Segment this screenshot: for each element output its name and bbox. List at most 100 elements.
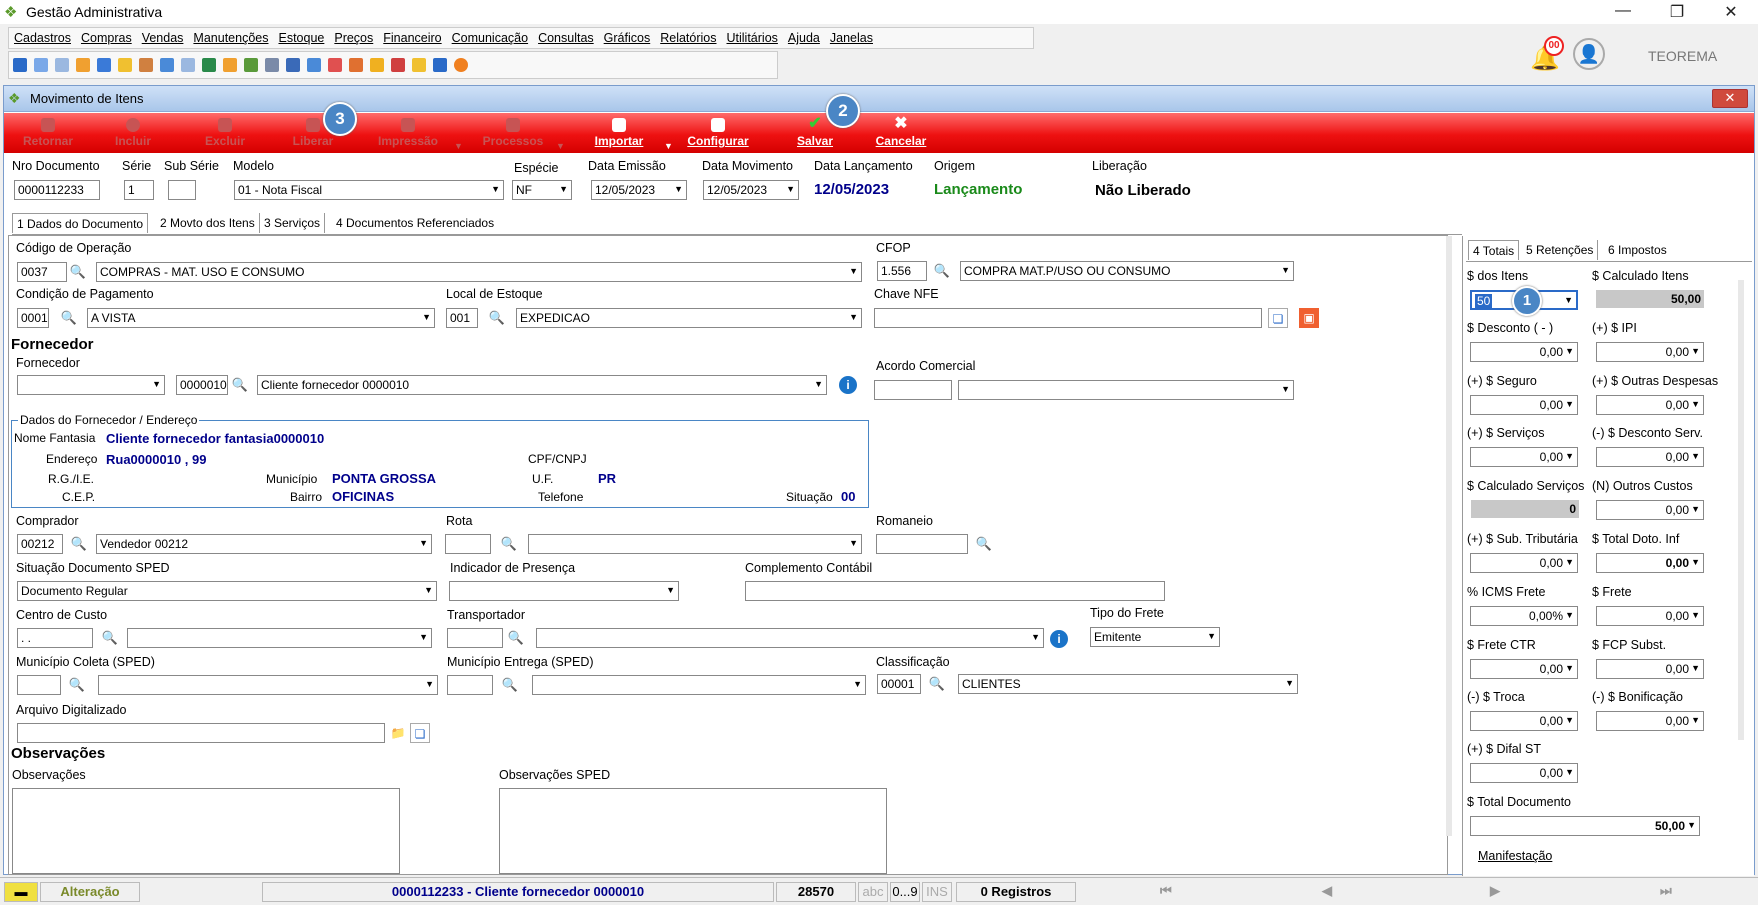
search-icon[interactable]: 🔍 (927, 674, 947, 694)
importar-dropdown-icon[interactable]: ▼ (664, 141, 673, 151)
sub-tributaria-input[interactable]: 0,00 (1470, 553, 1578, 573)
condicao-pagamento-input[interactable]: 0001 (17, 308, 49, 328)
menu-ajuda[interactable]: Ajuda (783, 28, 825, 45)
toolbar-icon[interactable] (76, 58, 90, 72)
menu-precos[interactable]: Preços (329, 28, 378, 45)
toolbar-icon[interactable] (307, 58, 321, 72)
search-icon[interactable]: 🔍 (974, 534, 994, 554)
menu-cadastros[interactable]: Cadastros (9, 28, 76, 45)
nro-documento-input[interactable]: 0000112233 (14, 180, 100, 200)
search-icon[interactable]: 🔍 (487, 308, 507, 328)
avatar-icon[interactable]: 👤 (1573, 38, 1605, 70)
menu-comunicacao[interactable]: Comunicação (447, 28, 533, 45)
star-icon[interactable] (412, 58, 426, 72)
toolbar-icon[interactable] (391, 58, 405, 72)
menu-graficos[interactable]: Gráficos (599, 28, 656, 45)
acordo-comercial-select[interactable] (958, 380, 1294, 400)
cancelar-button[interactable]: ✖ Cancelar (870, 113, 932, 153)
total-doto-inf-input[interactable]: 0,00 (1596, 553, 1704, 573)
total-documento-input[interactable]: 50,00 (1470, 816, 1700, 836)
cfop-select[interactable]: COMPRA MAT.P/USO OU CONSUMO (960, 261, 1294, 281)
comprador-input[interactable]: 00212 (17, 534, 63, 554)
search-icon[interactable]: 🔍 (230, 375, 250, 395)
toolbar-icon[interactable] (55, 58, 69, 72)
rota-select[interactable] (528, 534, 862, 554)
municipio-coleta-input[interactable] (17, 675, 61, 695)
search-icon[interactable]: 🔍 (68, 262, 88, 282)
frete-input[interactable]: 0,00 (1596, 606, 1704, 626)
tab-dados-documento[interactable]: 1 Dados do Documento (12, 213, 149, 233)
local-estoque-select[interactable]: EXPEDICAO (516, 308, 862, 328)
info-icon[interactable]: i (839, 376, 857, 394)
menu-janelas[interactable]: Janelas (825, 28, 878, 45)
minimize-button[interactable]: — (1608, 2, 1638, 20)
search-icon[interactable]: 🔍 (67, 675, 87, 695)
search-icon[interactable]: 🔍 (932, 261, 952, 281)
data-movimento-input[interactable]: 12/05/2023 (703, 180, 799, 200)
pdf-icon[interactable]: ▣ (1299, 308, 1319, 328)
toolbar-icon[interactable] (139, 58, 153, 72)
fcp-subst-input[interactable]: 0,00 (1596, 659, 1704, 679)
outros-custos-input[interactable]: 0,00 (1596, 500, 1704, 520)
first-record-icon[interactable]: ⏮ (1160, 882, 1172, 900)
impressao-button[interactable]: Impressão (368, 113, 448, 153)
centro-custo-select[interactable] (127, 628, 432, 648)
desconto-input[interactable]: 0,00 (1470, 342, 1578, 362)
tab-movto-itens[interactable]: 2 Movto dos Itens (156, 213, 260, 233)
modelo-select[interactable]: 01 - Nota Fiscal (234, 180, 504, 200)
excluir-button[interactable]: Excluir (200, 113, 250, 153)
municipio-entrega-select[interactable] (532, 675, 866, 695)
local-estoque-input[interactable]: 001 (446, 308, 478, 328)
fornecedor-type-select[interactable] (17, 375, 165, 395)
toolbar-icon[interactable] (349, 58, 363, 72)
toolbar-icon[interactable] (202, 58, 216, 72)
rota-input[interactable] (445, 534, 491, 554)
processos-button[interactable]: Processos (476, 113, 550, 153)
difal-st-input[interactable]: 0,00 (1470, 763, 1578, 783)
processos-dropdown-icon[interactable]: ▼ (556, 141, 565, 151)
toolbar-icon[interactable] (265, 58, 279, 72)
folder-icon[interactable]: 📁 (388, 723, 408, 743)
next-record-icon[interactable]: ▶ (1490, 882, 1500, 900)
toolbar-icon[interactable] (433, 58, 447, 72)
menu-relatorios[interactable]: Relatórios (655, 28, 721, 45)
menu-utilitarios[interactable]: Utilitários (722, 28, 783, 45)
impressao-dropdown-icon[interactable]: ▼ (454, 141, 463, 151)
info-icon[interactable]: i (1050, 630, 1068, 648)
acordo-comercial-input[interactable] (874, 380, 952, 400)
chave-nfe-input[interactable] (874, 308, 1262, 328)
tab-servicos[interactable]: 3 Serviços (260, 213, 326, 233)
comprador-select[interactable]: Vendedor 00212 (96, 534, 432, 554)
indicador-presenca-select[interactable] (449, 581, 679, 601)
servicos-input[interactable]: 0,00 (1470, 447, 1578, 467)
transportador-input[interactable] (447, 628, 503, 648)
tab-retencoes[interactable]: 5 Retenções (1522, 240, 1599, 260)
bonificacao-input[interactable]: 0,00 (1596, 711, 1704, 731)
search-icon[interactable]: 🔍 (59, 308, 79, 328)
incluir-button[interactable]: Incluir (108, 113, 158, 153)
tab-documentos-referenciados[interactable]: 4 Documentos Referenciados (332, 213, 498, 233)
menu-manutencoes[interactable]: Manutenções (188, 28, 273, 45)
sub-serie-input[interactable] (168, 180, 196, 200)
fornecedor-select[interactable]: Cliente fornecedor 0000010 (257, 375, 827, 395)
configurar-button[interactable]: Configurar (680, 113, 756, 153)
close-app-button[interactable]: ✕ (1716, 2, 1746, 22)
toolbar-icon[interactable] (118, 58, 132, 72)
frete-ctr-input[interactable]: 0,00 (1470, 659, 1578, 679)
data-emissao-input[interactable]: 12/05/2023 (591, 180, 687, 200)
municipio-coleta-select[interactable] (98, 675, 438, 695)
document-icon[interactable]: ❏ (410, 723, 430, 743)
search-icon[interactable]: 🔍 (499, 534, 519, 554)
menu-financeiro[interactable]: Financeiro (378, 28, 446, 45)
last-record-icon[interactable]: ⏭ (1660, 882, 1672, 900)
romaneio-input[interactable] (876, 534, 968, 554)
fornecedor-code-input[interactable]: 0000010 (176, 375, 228, 395)
desconto-servicos-input[interactable]: 0,00 (1596, 447, 1704, 467)
importar-button[interactable]: Importar (584, 113, 654, 153)
menu-consultas[interactable]: Consultas (533, 28, 599, 45)
close-window-button[interactable]: ✕ (1712, 89, 1748, 108)
tab-totais[interactable]: 4 Totais (1468, 240, 1520, 260)
classificacao-input[interactable]: 00001 (877, 674, 921, 694)
icms-frete-input[interactable]: 0,00% (1470, 606, 1578, 626)
arquivo-digitalizado-input[interactable] (17, 723, 385, 743)
